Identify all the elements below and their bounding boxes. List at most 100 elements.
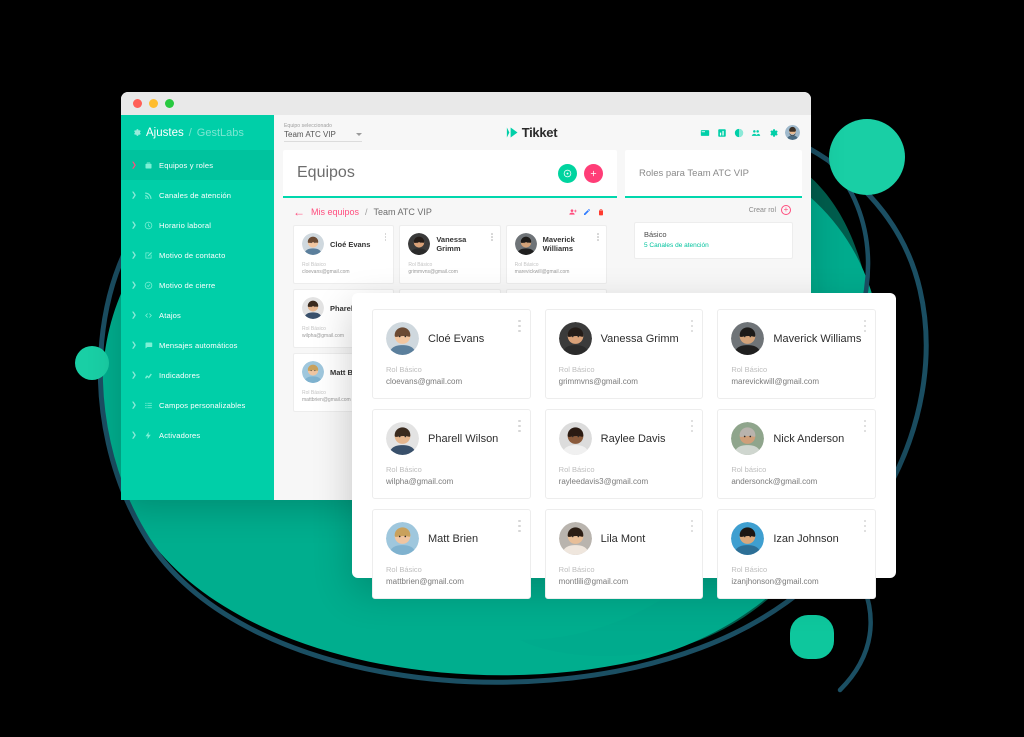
sidebar-item-label: Indicadores bbox=[159, 370, 200, 380]
sidebar-item-canales-de-atenci-n[interactable]: ❯ Canales de atención bbox=[121, 180, 274, 210]
breadcrumb-link[interactable]: Mis equipos bbox=[311, 207, 359, 217]
member-role: Rol Básico bbox=[514, 262, 539, 268]
overlay-member-card[interactable]: Nick Anderson Rol básico andersonck@gmail.… bbox=[717, 409, 876, 499]
team-member-card[interactable]: Vanessa Grimm Rol Básico grimmvns@gmail.co… bbox=[399, 225, 501, 284]
sidebar-title-separator: / bbox=[188, 126, 192, 139]
chevron-right-icon: ❯ bbox=[131, 222, 138, 229]
member-avatar bbox=[558, 422, 592, 455]
overlay-member-card[interactable]: Maverick Williams Rol Básico marevickwill@… bbox=[717, 309, 876, 399]
overlay-member-card[interactable]: Pharell Wilson Rol Básico wilpha@gmail.com bbox=[372, 409, 531, 499]
sidebar-item-motivo-de-cierre[interactable]: ❯ Motivo de cierre bbox=[121, 270, 274, 300]
overlay-member-card[interactable]: Cloé Evans Rol Básico cloevans@gmail.com bbox=[372, 309, 531, 399]
member-name: Maverick Williams bbox=[773, 332, 862, 345]
member-avatar bbox=[558, 522, 592, 555]
member-menu-icon[interactable] bbox=[690, 320, 694, 333]
add-member-icon[interactable] bbox=[569, 208, 577, 216]
member-menu-icon[interactable] bbox=[518, 320, 521, 333]
member-menu-icon[interactable] bbox=[863, 520, 866, 533]
users-icon[interactable] bbox=[751, 128, 761, 138]
team-select[interactable]: Equipo seleccionado Team ATC VIP bbox=[284, 123, 362, 142]
member-menu-icon[interactable] bbox=[491, 233, 493, 241]
sidebar-subtitle: GestLabs bbox=[196, 126, 244, 139]
breadcrumb: ← Mis equipos / Team ATC VIP bbox=[283, 198, 617, 225]
member-name: Izan Johnson bbox=[773, 532, 839, 545]
trash-icon[interactable] bbox=[597, 208, 605, 216]
chevron-right-icon: ❯ bbox=[131, 192, 138, 199]
add-team-button[interactable] bbox=[584, 163, 603, 183]
member-menu-icon[interactable] bbox=[384, 233, 387, 241]
sidebar-item-label: Horario laboral bbox=[159, 220, 212, 230]
member-name: Nick Anderson bbox=[773, 432, 845, 445]
member-email: wilpha@gmail.com bbox=[386, 477, 454, 486]
arrow-left-icon[interactable]: ← bbox=[293, 206, 305, 218]
member-email: rayleedavis3@gmail.com bbox=[558, 477, 649, 486]
sidebar-item-indicadores[interactable]: ❯ Indicadores bbox=[121, 360, 274, 390]
avatar[interactable] bbox=[785, 125, 800, 140]
teal-circle-top-right bbox=[829, 119, 905, 195]
page-title: Equipos bbox=[297, 164, 355, 181]
close-button[interactable] bbox=[133, 99, 142, 108]
member-menu-icon[interactable] bbox=[518, 420, 521, 433]
plus-circle-icon[interactable]: + bbox=[781, 205, 791, 215]
member-menu-icon[interactable] bbox=[863, 420, 866, 433]
window-titlebar bbox=[121, 92, 811, 115]
chevron-right-icon: ❯ bbox=[131, 402, 138, 409]
member-email: grimmvns@gmail.com bbox=[408, 269, 458, 275]
sidebar-item-label: Campos personalizables bbox=[159, 400, 246, 410]
sidebar-item-activadores[interactable]: ❯ Activadores bbox=[121, 420, 274, 450]
member-email: andersonck@gmail.com bbox=[731, 477, 818, 486]
create-role-row[interactable]: Crear rol + bbox=[634, 205, 793, 215]
pencil-icon[interactable] bbox=[583, 208, 591, 216]
chevron-right-icon: ❯ bbox=[131, 162, 138, 169]
bar-chart-icon[interactable] bbox=[717, 128, 727, 138]
role-card[interactable]: Básico 5 Canales de atención bbox=[634, 222, 793, 259]
member-role: Rol Básico bbox=[558, 365, 595, 374]
member-email: grimmvns@gmail.com bbox=[558, 377, 638, 386]
member-menu-icon[interactable] bbox=[863, 320, 866, 333]
role-name: Básico bbox=[644, 230, 667, 239]
member-role: Rol Básico bbox=[731, 565, 768, 574]
member-email: izanjhonson@gmail.com bbox=[731, 577, 819, 586]
sidebar-item-horario-laboral[interactable]: ❯ Horario laboral bbox=[121, 210, 274, 240]
member-name: Cloé Evans bbox=[330, 239, 371, 249]
topbar: Equipo seleccionado Team ATC VIP Tikket bbox=[274, 115, 811, 150]
team-member-card[interactable]: Maverick Williams Rol Básico marevickwill@… bbox=[505, 225, 607, 284]
sidebar-item-equipos-y-roles[interactable]: ❯ Equipos y roles bbox=[121, 150, 274, 180]
member-name: Vanessa Grimm bbox=[600, 332, 679, 345]
info-button[interactable] bbox=[558, 163, 577, 183]
member-email: cloevans@gmail.com bbox=[386, 377, 463, 386]
member-name: Cloé Evans bbox=[428, 332, 485, 345]
overlay-member-card[interactable]: Raylee Davis Rol Básico rayleedavis3@gmail… bbox=[544, 409, 704, 499]
overlay-member-card[interactable]: Matt Brien Rol Básico mattbrien@gmail.com bbox=[372, 509, 531, 599]
member-menu-icon[interactable] bbox=[597, 233, 599, 241]
sidebar-item-atajos[interactable]: ❯ Atajos bbox=[121, 300, 274, 330]
team-icon bbox=[144, 161, 153, 170]
member-avatar bbox=[386, 522, 419, 555]
member-menu-icon[interactable] bbox=[518, 520, 521, 533]
overlay-member-card[interactable]: Vanessa Grimm Rol Básico grimmvns@gmail.co… bbox=[544, 309, 704, 399]
sidebar-item-mensajes-autom-ticos[interactable]: ❯ Mensajes automáticos bbox=[121, 330, 274, 360]
broadcast-icon bbox=[144, 191, 153, 200]
minimize-button[interactable] bbox=[149, 99, 158, 108]
member-menu-icon[interactable] bbox=[690, 520, 694, 533]
overlay-member-card[interactable]: Lila Mont Rol Básico montlili@gmail.com bbox=[544, 509, 704, 599]
member-avatar bbox=[302, 297, 324, 319]
member-email: montlili@gmail.com bbox=[558, 577, 629, 586]
chevron-right-icon: ❯ bbox=[131, 372, 138, 379]
overlay-member-card[interactable]: Izan Johnson Rol Básico izanjhonson@gmail.… bbox=[717, 509, 876, 599]
member-avatar bbox=[386, 422, 419, 455]
chevron-right-icon: ❯ bbox=[131, 312, 138, 319]
member-menu-icon[interactable] bbox=[690, 420, 694, 433]
pie-chart-icon[interactable] bbox=[734, 128, 744, 138]
clock-icon bbox=[144, 221, 153, 230]
sidebar-item-motivo-de-contacto[interactable]: ❯ Motivo de contacto bbox=[121, 240, 274, 270]
chevron-down-icon[interactable] bbox=[356, 133, 362, 136]
ticket-icon[interactable] bbox=[700, 128, 710, 138]
sidebar-title: Ajustes bbox=[146, 126, 184, 139]
member-email: marevickwill@gmail.com bbox=[514, 269, 570, 275]
gear-icon[interactable] bbox=[768, 128, 778, 138]
breadcrumb-current: Team ATC VIP bbox=[373, 207, 432, 217]
sidebar-item-campos-personalizables[interactable]: ❯ Campos personalizables bbox=[121, 390, 274, 420]
maximize-button[interactable] bbox=[165, 99, 174, 108]
team-member-card[interactable]: Cloé Evans Rol Básico cloevans@gmail.com bbox=[293, 225, 395, 284]
